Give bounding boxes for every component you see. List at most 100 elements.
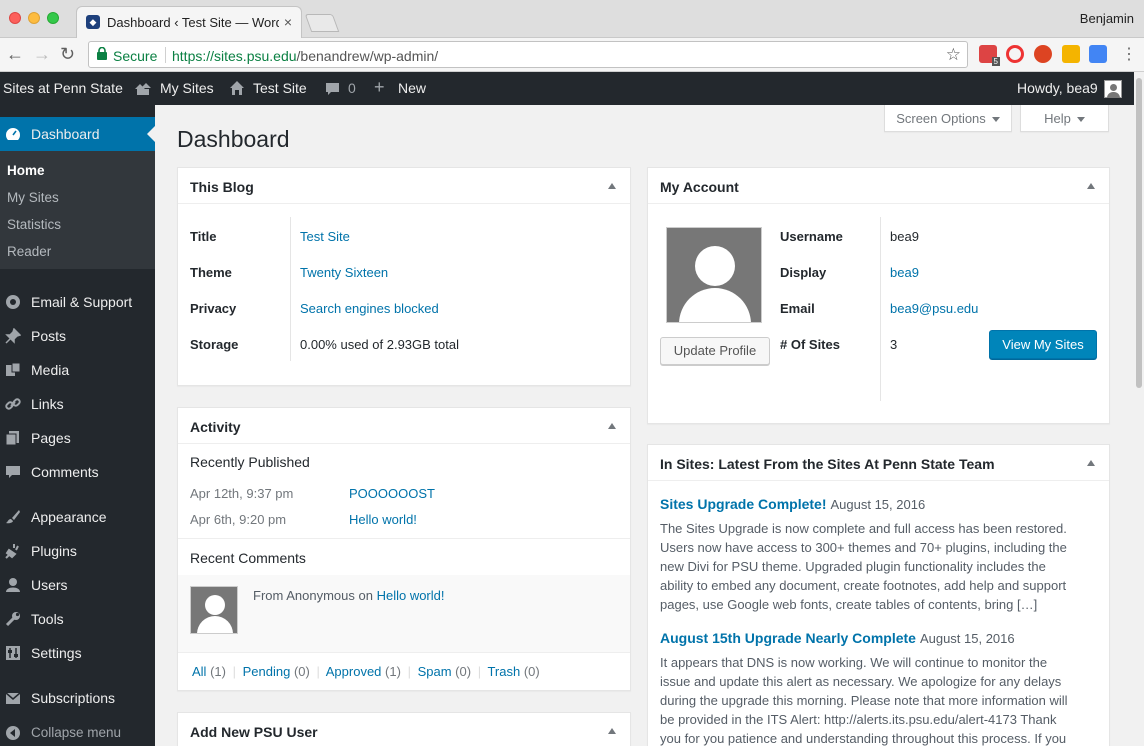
lock-icon	[97, 47, 107, 60]
color-extension-icon[interactable]	[1062, 45, 1080, 63]
browser-profile-name[interactable]: Benjamin	[1080, 11, 1134, 26]
toggle-arrow-icon[interactable]	[608, 183, 616, 189]
recent-comments-heading: Recent Comments	[190, 550, 306, 566]
toggle-arrow-icon[interactable]	[608, 423, 616, 429]
sidebar-item-appearance[interactable]: Appearance	[0, 500, 155, 534]
sidebar-item-settings[interactable]: Settings	[0, 636, 155, 670]
browser-tab[interactable]: ◆ Dashboard ‹ Test Site — WordPress ×	[76, 6, 302, 38]
submenu-reader[interactable]: Reader	[7, 244, 51, 259]
submenu-statistics[interactable]: Statistics	[7, 217, 61, 232]
opera-extension-icon[interactable]	[1006, 45, 1024, 63]
site-title-link[interactable]: Test Site	[300, 229, 350, 244]
network-sites-link[interactable]: Sites at Penn State	[3, 80, 123, 96]
translate-extension-icon[interactable]	[1089, 45, 1107, 63]
update-profile-button[interactable]: Update Profile	[660, 337, 770, 365]
pinterest-extension-icon[interactable]	[1034, 45, 1052, 63]
toggle-arrow-icon[interactable]	[1087, 460, 1095, 466]
toggle-arrow-icon[interactable]	[608, 728, 616, 734]
sidebar-label: Posts	[31, 328, 67, 344]
comment-bubble-icon	[6, 466, 20, 478]
column-divider	[290, 217, 291, 361]
my-sites-link[interactable]: My Sites	[160, 80, 214, 96]
excerpt-line: Users now have access to 300+ themes and…	[660, 540, 1067, 555]
new-content-link[interactable]: New	[398, 80, 426, 96]
scrollbar-thumb[interactable]	[1136, 78, 1142, 388]
widget-title: This Blog	[190, 179, 254, 195]
widget-header: In Sites: Latest From the Sites At Penn …	[648, 445, 1109, 481]
url-host: https://sites.psu.edu	[172, 48, 297, 64]
filter-approved[interactable]: Approved	[326, 664, 382, 679]
comment-text: From Anonymous on Hello world!	[253, 588, 445, 603]
theme-link[interactable]: Twenty Sixteen	[300, 265, 388, 280]
sidebar-label: Comments	[31, 464, 99, 480]
reload-icon[interactable]: ↻	[60, 43, 75, 65]
filter-count: (0)	[523, 664, 540, 679]
privacy-link[interactable]: Search engines blocked	[300, 301, 439, 316]
submenu-my-sites[interactable]: My Sites	[7, 190, 59, 205]
sidebar-item-tools[interactable]: Tools	[0, 602, 155, 636]
post-link[interactable]: POOOOOOST	[349, 486, 435, 501]
collapse-menu-button[interactable]: Collapse menu	[0, 716, 155, 746]
sidebar-item-comments[interactable]: Comments	[0, 455, 155, 489]
comment-post-link[interactable]: Hello world!	[377, 588, 445, 603]
filter-all[interactable]: All	[192, 664, 206, 679]
url-text[interactable]: https://sites.psu.edu/benandrew/wp-admin…	[172, 48, 438, 64]
help-button[interactable]: Help	[1020, 105, 1109, 132]
settings-sliders-icon	[6, 646, 20, 660]
psu-shield-icon: ◆	[86, 15, 100, 29]
bookmark-star-icon[interactable]: ☆	[946, 45, 961, 65]
sidebar-item-links[interactable]: Links	[0, 387, 155, 421]
screen-options-button[interactable]: Screen Options	[884, 105, 1012, 132]
dashboard-submenu: Home My Sites Statistics Reader	[0, 151, 155, 269]
row-label: Email	[780, 301, 815, 316]
sidebar-item-pages[interactable]: Pages	[0, 421, 155, 455]
news-link[interactable]: Sites Upgrade Complete!	[660, 496, 826, 512]
maximize-window-button[interactable]	[47, 12, 59, 24]
secure-label: Secure	[113, 48, 158, 64]
sidebar-item-media[interactable]: Media	[0, 353, 155, 387]
commenter-avatar	[190, 586, 238, 634]
wrench-icon	[5, 612, 20, 627]
address-separator	[165, 47, 166, 63]
tab-close-icon[interactable]: ×	[284, 14, 292, 30]
activity-widget: Activity Recently Published Apr 12th, 9:…	[177, 407, 631, 691]
page-title: Dashboard	[177, 126, 290, 152]
user-avatar-icon[interactable]	[1104, 80, 1122, 98]
forward-arrow-icon[interactable]: →	[33, 43, 51, 65]
post-link[interactable]: Hello world!	[349, 512, 417, 527]
back-arrow-icon[interactable]: ←	[6, 43, 24, 65]
toggle-arrow-icon[interactable]	[1087, 183, 1095, 189]
filter-trash[interactable]: Trash	[487, 664, 520, 679]
filter-pending[interactable]: Pending	[243, 664, 291, 679]
url-path: /benandrew/wp-admin/	[296, 48, 439, 64]
sidebar-item-email-support[interactable]: Email & Support	[0, 285, 155, 319]
minimize-window-button[interactable]	[28, 12, 40, 24]
more-menu-icon[interactable]: ⋮	[1121, 44, 1137, 64]
link-chain-icon	[5, 398, 21, 410]
browser-tab-bar: ◆ Dashboard ‹ Test Site — WordPress × Be…	[0, 0, 1144, 38]
sidebar-item-subscriptions[interactable]: Subscriptions	[0, 681, 155, 715]
media-icon	[6, 362, 21, 376]
submenu-home[interactable]: Home	[7, 163, 45, 178]
test-site-link[interactable]: Test Site	[253, 80, 307, 96]
extension-icon-calendar[interactable]: 5	[979, 45, 1000, 66]
filter-spam[interactable]: Spam	[418, 664, 452, 679]
widget-header: Add New PSU User	[178, 713, 630, 746]
view-my-sites-button[interactable]: View My Sites	[989, 330, 1097, 359]
news-date: August 15, 2016	[919, 631, 1015, 646]
sidebar-item-dashboard[interactable]: Dashboard	[0, 117, 155, 151]
comments-count[interactable]: 0	[348, 80, 356, 96]
sidebar-item-plugins[interactable]: Plugins	[0, 534, 155, 568]
section-divider	[178, 652, 630, 653]
sidebar-item-users[interactable]: Users	[0, 568, 155, 602]
news-link[interactable]: August 15th Upgrade Nearly Complete	[660, 630, 916, 646]
email-link[interactable]: bea9@psu.edu	[890, 301, 978, 316]
close-window-button[interactable]	[9, 12, 21, 24]
howdy-user[interactable]: Howdy, bea9	[1017, 80, 1098, 96]
page-scrollbar[interactable]	[1134, 72, 1144, 746]
filter-count: (1)	[210, 664, 226, 679]
new-tab-button[interactable]	[304, 14, 340, 32]
sidebar-item-posts[interactable]: Posts	[0, 319, 155, 353]
address-bar[interactable]: Secure https://sites.psu.edu/benandrew/w…	[88, 41, 968, 68]
display-name-link[interactable]: bea9	[890, 265, 919, 280]
